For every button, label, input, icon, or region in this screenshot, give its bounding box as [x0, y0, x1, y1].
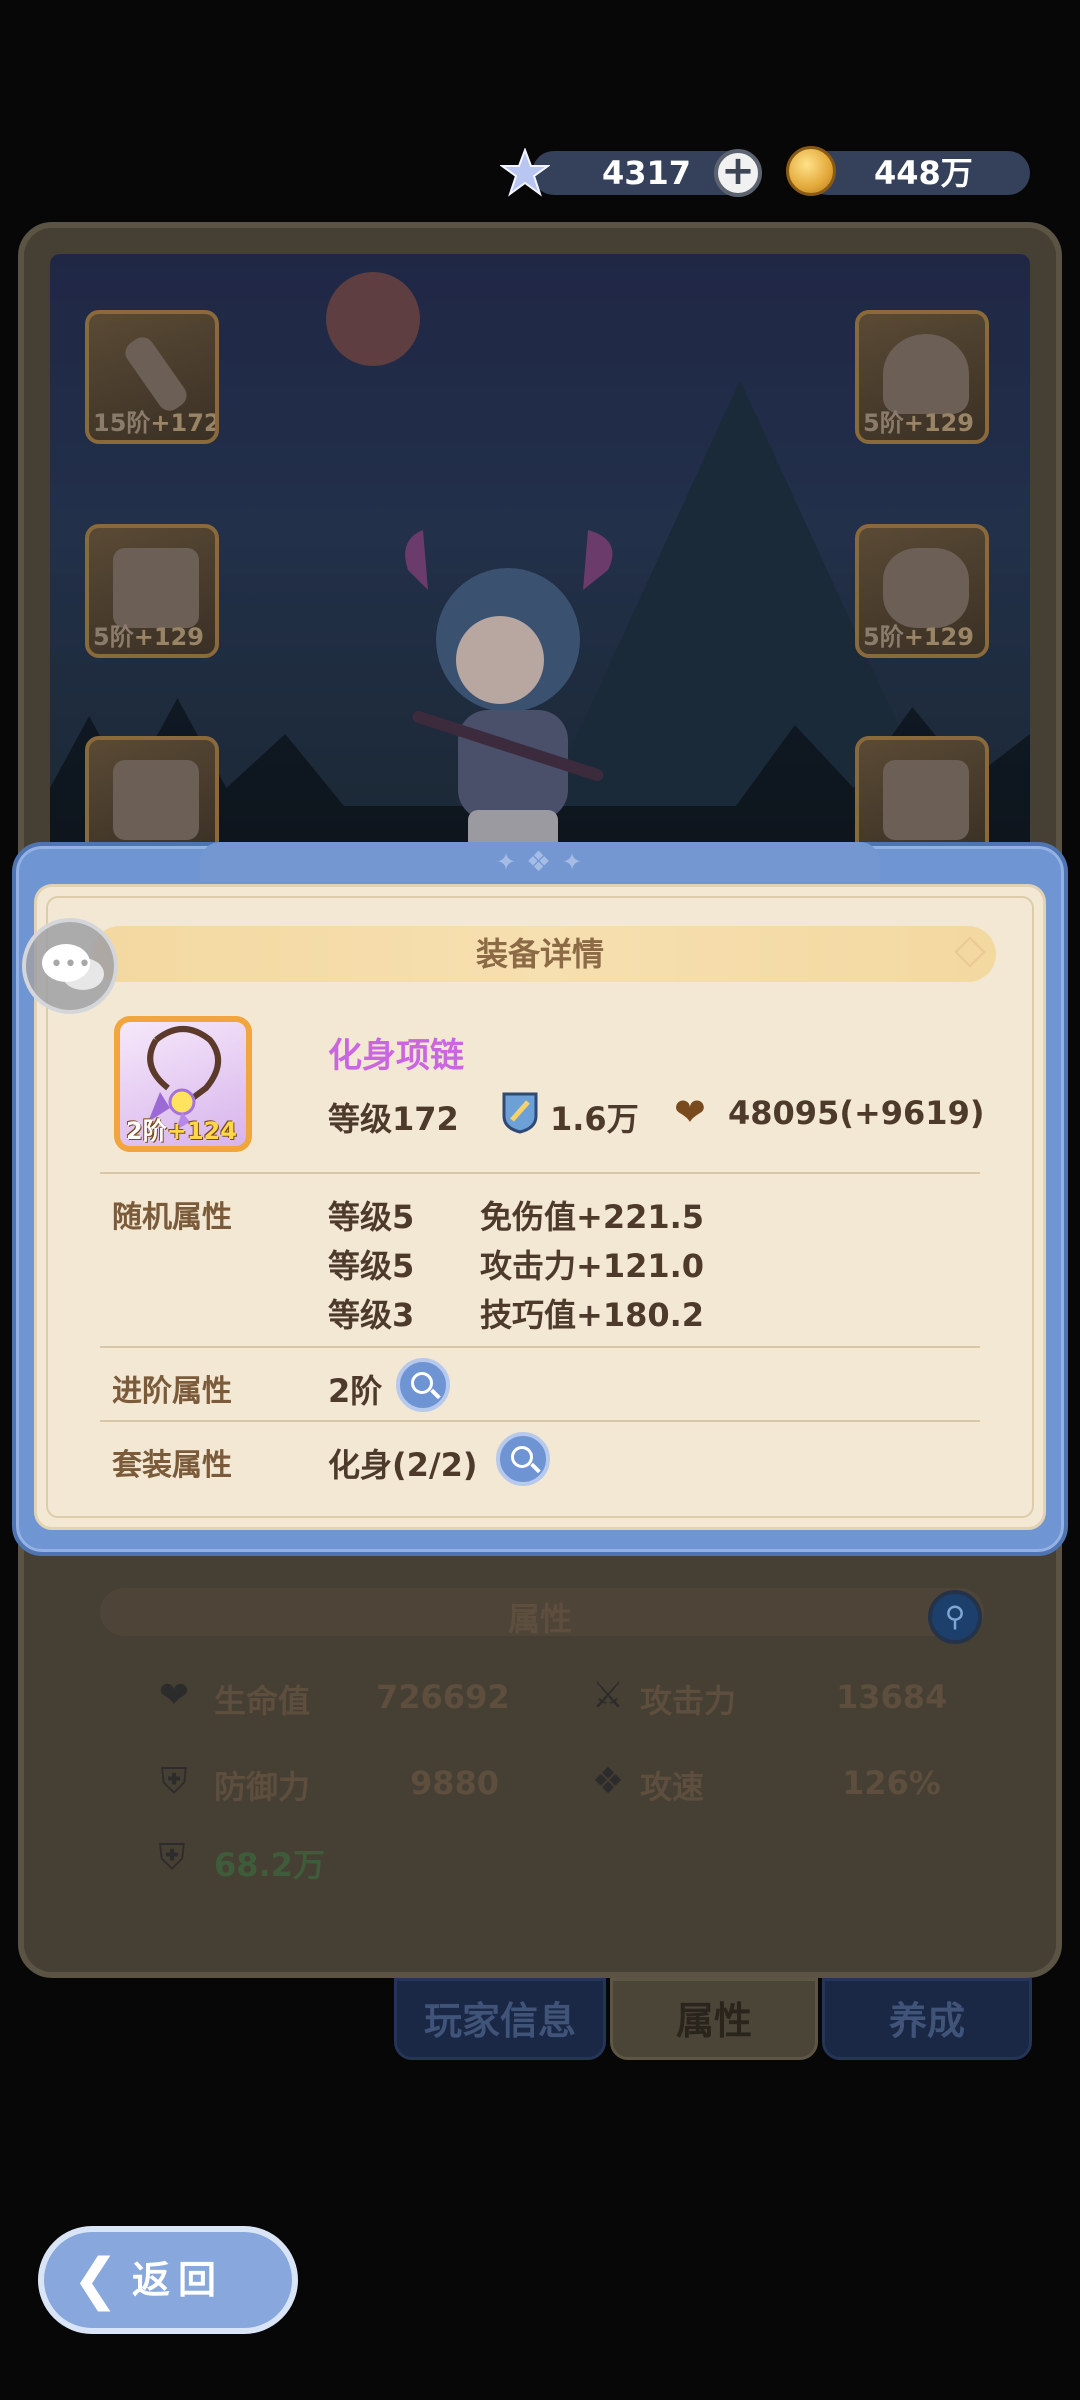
defense-value: 9880 [410, 1764, 500, 1802]
equipment-slot-helmet[interactable]: 5阶+129 [855, 310, 989, 444]
modal-title: 装备详情 [475, 935, 604, 973]
attack-value: 13684 [836, 1678, 948, 1716]
chat-dots: ••• [50, 952, 92, 977]
heart-icon: ❤ [674, 1090, 706, 1134]
set-value: 化身(2/2) [328, 1446, 478, 1484]
slot-tier: 5阶 [93, 623, 134, 651]
random-attr-level: 等级5 [328, 1198, 415, 1236]
set-attributes-label: 套装属性 [112, 1448, 232, 1483]
slot-tier: 15阶 [93, 409, 151, 437]
gold-counter: 448万 [806, 151, 1030, 195]
back-button[interactable]: ❮ 返回 [38, 2226, 298, 2334]
moon [326, 272, 420, 366]
item-bonus: +124 [166, 1117, 237, 1145]
attack-speed-label: 攻速 [640, 1768, 705, 1806]
equipment-slot-belt[interactable] [85, 736, 219, 856]
divider [100, 1172, 980, 1174]
add-gems-button[interactable]: + [714, 149, 762, 197]
item-level: 等级172 [328, 1100, 459, 1138]
belt-icon [113, 760, 199, 840]
gold-coin-icon [786, 146, 836, 196]
slot-bonus: +129 [903, 623, 974, 651]
chat-button[interactable]: ••• [22, 918, 118, 1014]
tab-attributes[interactable]: 属性 [610, 1978, 818, 2060]
equipment-slot-weapon[interactable]: 15阶+172 [85, 310, 219, 444]
back-arrow-icon: ❮ [72, 2247, 119, 2312]
back-label: 返回 [132, 2258, 225, 2302]
attack-speed-value: 126% [842, 1764, 941, 1802]
divider [100, 1420, 980, 1422]
random-attr-stat: 攻击力+121.0 [480, 1247, 705, 1285]
armor-icon [113, 548, 199, 628]
random-attr-level: 等级3 [328, 1296, 415, 1334]
slot-tier: 5阶 [863, 409, 904, 437]
item-icon-frame: 2阶+124 [114, 1016, 252, 1152]
hp-value: 726692 [376, 1678, 510, 1716]
stats-search-button[interactable]: ⚲ [928, 1590, 982, 1644]
heart-icon: ❤ [158, 1675, 190, 1716]
stats-title: 属性 [507, 1600, 572, 1638]
random-attributes-label: 随机属性 [112, 1200, 232, 1235]
item-icon: 2阶+124 [120, 1022, 246, 1146]
gem-count: 4317 [602, 154, 692, 192]
item-power: 1.6万 [550, 1100, 639, 1138]
slot-bonus: +129 [133, 623, 204, 651]
combat-power-icon [502, 1092, 538, 1134]
equipment-slot-boots[interactable] [855, 736, 989, 856]
divider [100, 1346, 980, 1348]
equipment-slot-gauntlet[interactable]: 5阶+129 [855, 524, 989, 658]
advance-tier-value: 2阶 [328, 1372, 383, 1410]
gauntlet-icon [883, 548, 969, 628]
shield-icon: ⛨ [160, 1761, 188, 1802]
item-hp: 48095(+9619) [728, 1094, 985, 1132]
boots-icon [883, 760, 969, 840]
ornament-diamond-icon: ❖ [526, 845, 552, 878]
defense-label: 防御力 [214, 1768, 311, 1806]
equipment-slot-armor[interactable]: 5阶+129 [85, 524, 219, 658]
gem-icon [500, 148, 550, 197]
random-attr-stat: 免伤值+221.5 [480, 1198, 705, 1236]
hp-label: 生命值 [214, 1682, 311, 1720]
advance-detail-button[interactable] [396, 1358, 450, 1412]
random-attr-level: 等级5 [328, 1247, 415, 1285]
slot-bonus: +129 [903, 409, 974, 437]
slot-bonus: +172 [150, 409, 219, 437]
attack-speed-icon: ❖ [591, 1761, 625, 1802]
power-shield-icon: ⛨ [158, 1837, 186, 1878]
slot-tier: 5阶 [863, 623, 904, 651]
random-attr-stat: 技巧值+180.2 [480, 1296, 705, 1334]
advance-attributes-label: 进阶属性 [112, 1374, 232, 1409]
ornament-star-icon: ✦ [562, 848, 583, 876]
gold-count: 448万 [874, 154, 973, 192]
hero-character[interactable] [388, 530, 628, 860]
total-power-value: 68.2万 [214, 1846, 325, 1884]
item-tier: 2阶 [126, 1117, 167, 1145]
set-detail-button[interactable] [496, 1432, 550, 1486]
tab-player-info[interactable]: 玩家信息 [394, 1978, 606, 2060]
item-name: 化身项链 [328, 1036, 464, 1076]
helmet-icon [883, 334, 969, 414]
attack-label: 攻击力 [640, 1682, 737, 1720]
ornament-star-icon: ✦ [496, 848, 517, 876]
crossed-swords-icon: ⚔ [591, 1675, 625, 1716]
tab-training[interactable]: 养成 [822, 1978, 1032, 2060]
